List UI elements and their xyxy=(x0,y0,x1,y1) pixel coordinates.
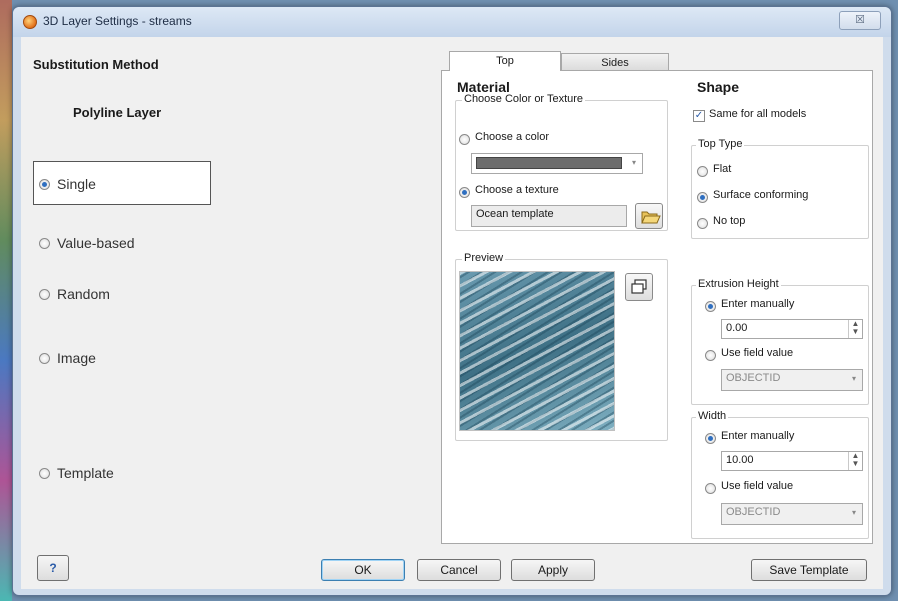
image-radio[interactable] xyxy=(39,353,50,364)
extrusion-height-value: 0.00 xyxy=(726,322,748,334)
width-field-dropdown[interactable]: OBJECTID ▾ xyxy=(721,503,863,525)
width-title: Width xyxy=(696,410,729,422)
choose-color-radio[interactable] xyxy=(459,134,470,145)
chevron-down-icon: ▾ xyxy=(851,374,856,383)
surface-conforming-label[interactable]: Surface conforming xyxy=(713,189,808,201)
value-based-label[interactable]: Value-based xyxy=(57,235,135,251)
substitution-method-heading: Substitution Method xyxy=(33,57,159,72)
popout-window-icon xyxy=(631,279,647,294)
cancel-button[interactable]: Cancel xyxy=(417,559,501,581)
extrusion-height-title: Extrusion Height xyxy=(696,278,781,290)
width-enter-manually-label[interactable]: Enter manually xyxy=(721,430,794,442)
no-top-radio[interactable] xyxy=(697,218,708,229)
width-input[interactable]: 10.00 ▲ ▼ xyxy=(721,451,863,471)
shape-heading: Shape xyxy=(697,79,740,95)
value-based-radio[interactable] xyxy=(39,238,50,249)
preview-popout-button[interactable] xyxy=(625,273,653,301)
polyline-layer-label: Polyline Layer xyxy=(73,105,162,120)
spinner-arrows-icon[interactable]: ▲ ▼ xyxy=(848,452,862,470)
tab-sides[interactable]: Sides xyxy=(561,53,669,71)
desktop-background-strip xyxy=(0,0,12,601)
app-globe-icon xyxy=(23,15,37,29)
close-button[interactable]: ☒ xyxy=(839,11,881,30)
apply-button[interactable]: Apply xyxy=(511,559,595,581)
extrusion-field-dropdown[interactable]: OBJECTID ▾ xyxy=(721,369,863,391)
chevron-down-icon: ▾ xyxy=(631,158,636,167)
choose-color-label[interactable]: Choose a color xyxy=(475,131,549,143)
texture-name-field: Ocean template xyxy=(471,205,627,227)
width-use-field-radio[interactable] xyxy=(705,483,716,494)
open-folder-icon xyxy=(641,211,661,224)
same-for-all-checkbox[interactable]: ✓ xyxy=(693,110,705,122)
no-top-label[interactable]: No top xyxy=(713,215,745,227)
width-value: 10.00 xyxy=(726,454,754,466)
image-label[interactable]: Image xyxy=(57,350,96,366)
width-enter-manually-radio[interactable] xyxy=(705,433,716,444)
browse-texture-button[interactable] xyxy=(635,203,663,229)
extrusion-enter-manually-radio[interactable] xyxy=(705,301,716,312)
color-picker-dropdown[interactable]: ▾ xyxy=(471,153,643,174)
choose-texture-radio[interactable] xyxy=(459,187,470,198)
title-bar: 3D Layer Settings - streams ☒ xyxy=(13,7,891,37)
color-swatch xyxy=(476,157,622,169)
ok-button[interactable]: OK xyxy=(321,559,405,581)
extrusion-use-field-label[interactable]: Use field value xyxy=(721,347,793,359)
extrusion-height-input[interactable]: 0.00 ▲ ▼ xyxy=(721,319,863,339)
top-type-title: Top Type xyxy=(696,138,745,150)
preview-title: Preview xyxy=(462,252,506,264)
template-label[interactable]: Template xyxy=(57,465,114,481)
flat-label[interactable]: Flat xyxy=(713,163,731,175)
chevron-down-icon: ▾ xyxy=(851,508,856,517)
width-use-field-label[interactable]: Use field value xyxy=(721,480,793,492)
template-radio[interactable] xyxy=(39,468,50,479)
surface-conforming-radio[interactable] xyxy=(697,192,708,203)
extrusion-use-field-radio[interactable] xyxy=(705,350,716,361)
dialog-window: 3D Layer Settings - streams ☒ Substituti… xyxy=(12,6,892,596)
random-radio[interactable] xyxy=(39,289,50,300)
single-label[interactable]: Single xyxy=(57,176,96,192)
random-label[interactable]: Random xyxy=(57,286,110,302)
extrusion-field-value: OBJECTID xyxy=(726,372,781,384)
spinner-arrows-icon[interactable]: ▲ ▼ xyxy=(848,320,862,338)
choose-texture-label[interactable]: Choose a texture xyxy=(475,184,559,196)
choose-color-texture-title: Choose Color or Texture xyxy=(462,93,586,105)
dialog-client-area: Substitution Method Polyline Layer Singl… xyxy=(21,37,883,589)
flat-radio[interactable] xyxy=(697,166,708,177)
single-radio[interactable] xyxy=(39,179,50,190)
help-button[interactable]: ? xyxy=(37,555,69,581)
same-for-all-label[interactable]: Same for all models xyxy=(709,108,806,120)
window-title: 3D Layer Settings - streams xyxy=(43,14,192,28)
extrusion-enter-manually-label[interactable]: Enter manually xyxy=(721,298,794,310)
texture-preview-image xyxy=(459,271,615,431)
width-field-value: OBJECTID xyxy=(726,506,781,518)
tab-top[interactable]: Top xyxy=(449,51,561,71)
save-template-button[interactable]: Save Template xyxy=(751,559,867,581)
